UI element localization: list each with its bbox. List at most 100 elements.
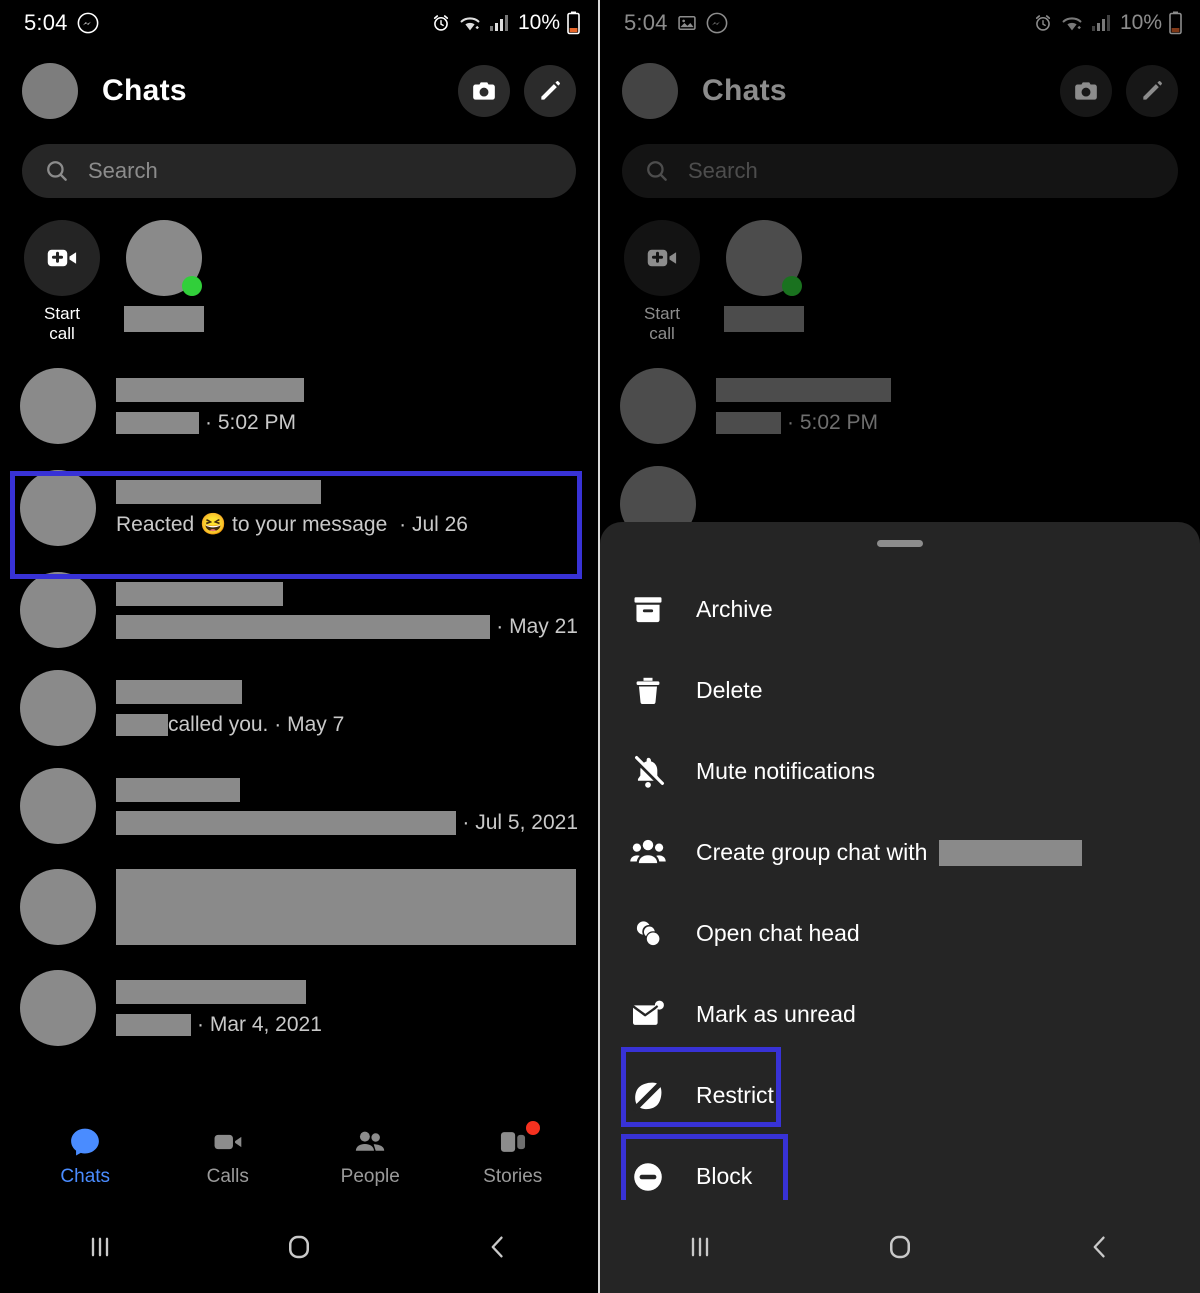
left-phone-screen: 5:04 10% Chats Search Start call · 5:02 … (0, 0, 598, 1293)
home-button[interactable] (239, 1232, 359, 1262)
menu-item-label: Create group chat with (696, 839, 1083, 866)
tab-stories[interactable]: Stories (458, 1120, 568, 1188)
search-input[interactable]: Search (622, 144, 1178, 198)
menu-item-restrict[interactable]: Restrict (600, 1055, 1200, 1136)
chat-preview-text: Reacted 😆 to your message (116, 512, 388, 536)
back-button[interactable] (438, 1233, 558, 1261)
search-input[interactable]: Search (22, 144, 576, 198)
avatar (20, 572, 96, 649)
table-row[interactable]: · 5:02 PM (600, 357, 1200, 455)
stories-icon (496, 1125, 530, 1159)
tab-calls[interactable]: Calls (173, 1125, 283, 1188)
menu-item-create-group-chat[interactable]: Create group chat with (600, 812, 1200, 893)
menu-item-label: Mark as unread (696, 1001, 856, 1027)
back-button[interactable] (1040, 1233, 1160, 1261)
home-icon (284, 1232, 314, 1262)
people-icon (353, 1125, 387, 1159)
battery-icon (567, 11, 580, 35)
redacted-chat-name (716, 377, 891, 402)
redacted-chat-name (116, 581, 283, 606)
chat-timestamp: · May 7 (268, 712, 345, 736)
active-contact[interactable] (724, 220, 804, 343)
status-time: 5:04 (624, 10, 668, 35)
panel-divider (598, 0, 600, 1293)
bell-slash-icon (626, 750, 670, 794)
start-call-button[interactable]: Start call (622, 220, 702, 343)
chat-timestamp: · 5:02 PM (205, 410, 297, 434)
redacted-chat-name (116, 679, 242, 704)
avatar (20, 869, 96, 946)
start-call-button[interactable]: Start call (22, 220, 102, 343)
bottom-nav: Chats Calls People Stories (0, 1112, 598, 1200)
tab-label: Chats (60, 1165, 111, 1187)
menu-item-archive[interactable]: Archive (600, 569, 1200, 650)
status-time: 5:04 (24, 10, 68, 35)
profile-avatar[interactable] (622, 63, 678, 119)
archive-box-icon (626, 588, 670, 632)
recents-button[interactable] (640, 1233, 760, 1261)
new-message-button[interactable] (1126, 65, 1178, 117)
new-message-button[interactable] (524, 65, 576, 117)
tab-chats[interactable]: Chats (30, 1125, 140, 1188)
video-camera-icon (211, 1125, 245, 1159)
right-dimmed-content: Chats Search Start call · 5:02 PM (600, 46, 1200, 553)
menu-item-mark-as-unread[interactable]: Mark as unread (600, 974, 1200, 1055)
menu-item-label: Block (696, 1163, 753, 1189)
active-contact[interactable] (124, 220, 204, 343)
recents-icon (686, 1233, 714, 1261)
start-call-label-line2: call (649, 323, 675, 343)
online-status-dot (782, 276, 802, 296)
menu-item-open-chat-head[interactable]: Open chat head (600, 893, 1200, 974)
envelope-unread-icon (626, 993, 670, 1037)
redacted-chat-name (116, 377, 304, 402)
pencil-icon (1139, 78, 1165, 104)
context-menu-sheet: Archive Delete Mute notifications Create… (600, 522, 1200, 1293)
redacted-chat-preview (116, 713, 168, 736)
recents-button[interactable] (40, 1233, 160, 1261)
table-row[interactable] (0, 855, 598, 959)
tab-people[interactable]: People (315, 1125, 425, 1188)
menu-item-mute-notifications[interactable]: Mute notifications (600, 731, 1200, 812)
redacted-chat-name (116, 777, 240, 802)
table-row[interactable]: · Jul 5, 2021 (0, 757, 598, 855)
android-system-nav (600, 1200, 1200, 1293)
back-chevron-icon (1086, 1233, 1114, 1261)
menu-item-label: Archive (696, 596, 773, 622)
table-row[interactable]: · 5:02 PM (0, 357, 598, 455)
table-row[interactable]: · May 21 (0, 561, 598, 659)
redacted-chat-preview (116, 614, 491, 639)
redacted-contact-name (724, 306, 804, 332)
page-title: Chats (702, 74, 787, 107)
block-icon (626, 1155, 670, 1199)
camera-button[interactable] (458, 65, 510, 117)
home-button[interactable] (840, 1232, 960, 1262)
wifi-icon (458, 14, 482, 33)
people-group-icon (626, 831, 670, 875)
start-call-label-line1: Start (644, 304, 680, 323)
table-row-highlighted[interactable]: Reacted 😆 to your message · Jul 26 (0, 455, 598, 561)
profile-avatar[interactable] (22, 63, 78, 119)
table-row[interactable]: · Mar 4, 2021 (0, 959, 598, 1057)
video-plus-icon (644, 240, 680, 276)
avatar (20, 368, 96, 445)
redacted-chat-block (116, 869, 576, 946)
back-chevron-icon (484, 1233, 512, 1261)
active-now-row: Start call (0, 198, 598, 343)
camera-button[interactable] (1060, 65, 1112, 117)
search-icon (44, 158, 70, 184)
right-phone-screen: 5:04 10% Chats Search Start call · 5:02 … (600, 0, 1200, 1293)
redacted-chat-preview (716, 411, 781, 434)
table-row[interactable]: called you. · May 7 (0, 659, 598, 757)
menu-item-delete[interactable]: Delete (600, 650, 1200, 731)
stories-badge (525, 1120, 540, 1135)
battery-percent: 10% (517, 11, 560, 34)
tab-label: Calls (206, 1165, 249, 1187)
redacted-chat-name (116, 479, 321, 504)
menu-item-label: Restrict (696, 1082, 774, 1108)
search-placeholder: Search (88, 158, 158, 183)
drag-handle[interactable] (877, 540, 923, 547)
avatar (20, 970, 96, 1047)
camera-icon (471, 78, 497, 104)
chat-timestamp: · Jul 26 (393, 512, 468, 536)
chat-timestamp: · May 21 (496, 614, 578, 638)
